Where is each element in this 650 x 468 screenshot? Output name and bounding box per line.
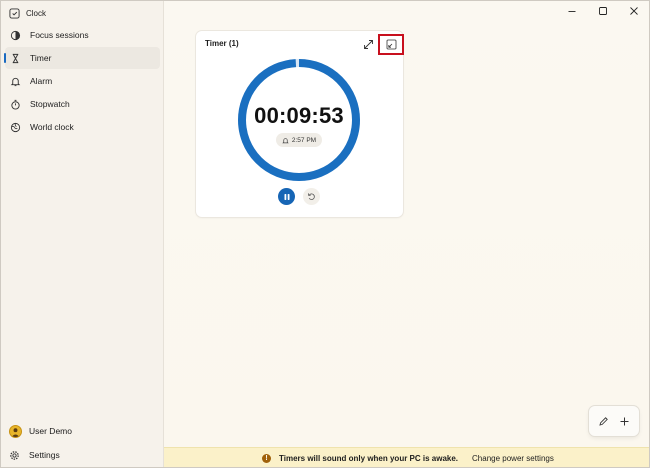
sidebar-item-timer[interactable]: Timer (4, 47, 160, 69)
pause-icon (284, 193, 289, 200)
timer-remaining: 00:09:53 (254, 103, 344, 128)
sidebar-item-label: Alarm (30, 76, 53, 86)
reset-icon (308, 193, 315, 200)
sidebar-item-focus-sessions[interactable]: Focus sessions (5, 24, 160, 46)
user-account[interactable]: User Demo (9, 423, 72, 439)
end-time-label: 2:57 PM (291, 136, 317, 144)
edit-timers-button[interactable] (596, 413, 612, 429)
maximize-button[interactable] (587, 1, 618, 21)
bell-icon (282, 137, 289, 143)
sidebar-item-stopwatch[interactable]: Stopwatch (5, 93, 160, 115)
app-title: Clock (26, 8, 47, 18)
sidebar: Clock Focus sessions Timer Alarm Stopwat… (1, 1, 164, 467)
close-icon (629, 7, 638, 15)
close-button[interactable] (618, 1, 649, 21)
bell-icon (10, 77, 21, 86)
pause-button[interactable] (278, 188, 295, 205)
sidebar-nav: Focus sessions Timer Alarm Stopwatch Wor… (1, 23, 164, 139)
sidebar-item-label: World clock (30, 122, 74, 132)
user-name: User Demo (29, 426, 72, 436)
avatar (9, 424, 22, 438)
timer-title: Timer (1) (205, 39, 239, 48)
keep-on-top-button[interactable] (378, 34, 404, 55)
add-timer-button[interactable] (617, 413, 633, 429)
timer-card: Timer (1) 00:09:53 2:57 PM (196, 31, 404, 217)
focus-icon (10, 30, 21, 40)
sidebar-item-settings[interactable]: Settings (9, 447, 60, 463)
gear-icon (10, 450, 19, 460)
power-info-bar: ! Timers will sound only when your PC is… (164, 447, 649, 467)
app-title-bar: Clock (9, 5, 46, 21)
expand-button[interactable] (361, 37, 375, 51)
change-power-settings-link[interactable]: Change power settings (472, 454, 554, 463)
minimize-icon (568, 11, 575, 12)
timer-actions (589, 406, 639, 436)
plus-icon (620, 417, 629, 425)
hourglass-icon (12, 53, 19, 63)
sidebar-item-label: Stopwatch (30, 99, 70, 109)
globe-icon (10, 122, 21, 132)
maximize-icon (598, 7, 607, 15)
sidebar-item-label: Timer (30, 53, 52, 63)
timer-end-time: 2:57 PM (276, 133, 322, 147)
stopwatch-icon (11, 99, 20, 110)
sidebar-item-label: Focus sessions (30, 30, 89, 40)
picture-in-picture-icon (386, 39, 396, 50)
person-icon (11, 427, 20, 437)
window-controls (556, 1, 649, 21)
sidebar-item-alarm[interactable]: Alarm (5, 70, 160, 92)
active-indicator (4, 53, 6, 63)
info-icon: ! (262, 454, 271, 463)
reset-button[interactable] (303, 188, 320, 205)
settings-label: Settings (29, 450, 60, 460)
minimize-button[interactable] (556, 1, 587, 21)
clock-app-icon (9, 7, 20, 19)
pencil-icon (599, 416, 608, 426)
info-message: Timers will sound only when your PC is a… (279, 454, 459, 463)
expand-icon (363, 39, 373, 49)
sidebar-item-world-clock[interactable]: World clock (5, 116, 160, 138)
clock-window: Clock Focus sessions Timer Alarm Stopwat… (0, 0, 650, 468)
